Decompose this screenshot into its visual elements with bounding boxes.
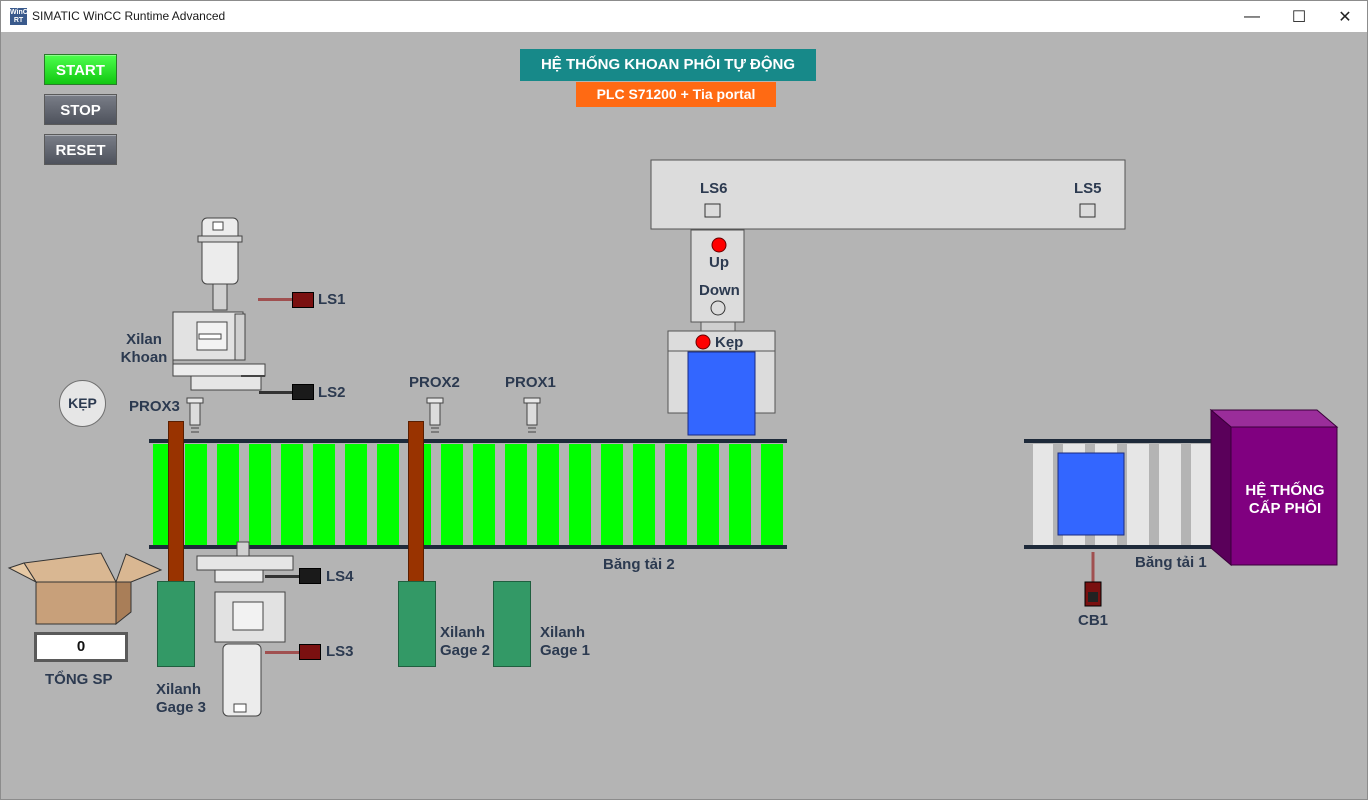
drill-label-line2: Khoan: [120, 349, 168, 366]
ls1-label: LS1: [318, 291, 346, 308]
conveyor-belt-2: [149, 439, 787, 549]
bottom-clamp-unit: [196, 541, 294, 717]
clamp-label: Kẹp: [715, 334, 744, 351]
ls3-label: LS3: [326, 643, 354, 660]
gage2-label-line1: Xilanh: [440, 624, 486, 641]
prox3-label: PROX3: [129, 398, 180, 415]
down-label: Down: [699, 282, 740, 299]
close-button[interactable]: ✕: [1322, 1, 1367, 32]
ls1-wire: [258, 298, 292, 301]
maximize-button[interactable]: ☐: [1276, 1, 1322, 32]
gage3-label: Xilanh Gage 3: [156, 681, 206, 717]
ls4-label: LS4: [326, 568, 354, 585]
clamp-indicator: [695, 334, 711, 350]
belt1-label: Băng tải 1: [1135, 554, 1207, 571]
ls1-switch-icon: [292, 292, 314, 308]
prox3-sensor: [186, 397, 204, 433]
gage3-label-line2: Gage 3: [156, 699, 207, 716]
gage2-label: Xilanh Gage 2: [440, 624, 490, 660]
drill-label-line1: Xilan: [126, 331, 162, 348]
ls6-indicator: [704, 203, 721, 218]
ls4-switch-icon: [299, 568, 321, 584]
drill-cylinder-label: Xilan Khoan: [115, 331, 173, 367]
gage1-label-line1: Xilanh: [540, 624, 586, 641]
app-window: WinCC RT SIMATIC WinCC Runtime Advanced …: [0, 0, 1368, 800]
gage2-cylinder[interactable]: [398, 581, 436, 667]
up-label: Up: [709, 254, 729, 271]
feeder-label: HỆ THỐNG CẤP PHÔI: [1237, 482, 1333, 518]
ls3-switch-icon: [299, 644, 321, 660]
ls2-switch-icon: [292, 384, 314, 400]
product-box: [7, 552, 163, 626]
ls6-label: LS6: [700, 180, 728, 197]
gage2-rod: [408, 421, 424, 583]
ls3-wire: [265, 651, 299, 654]
gage3-cylinder[interactable]: [157, 581, 195, 667]
prox2-label: PROX2: [409, 374, 460, 391]
wincc-app-icon: WinCC RT: [10, 8, 33, 25]
gage3-rod: [168, 421, 184, 583]
belt2-label: Băng tải 2: [603, 556, 675, 573]
feeder-label-line1: HỆ THỐNG: [1245, 482, 1325, 499]
ls5-indicator: [1079, 203, 1096, 218]
gage1-cylinder[interactable]: [493, 581, 531, 667]
down-indicator: [710, 300, 726, 316]
up-indicator: [711, 237, 727, 253]
feeder-label-line2: CẤP PHÔI: [1248, 500, 1322, 517]
conveyor-belt-1: [1024, 439, 1233, 549]
ls4-wire: [265, 575, 299, 578]
gage2-label-line2: Gage 2: [440, 642, 491, 659]
cb1-sensor: [1084, 552, 1102, 607]
ls2-wire: [259, 391, 292, 394]
drill-unit: [172, 217, 266, 391]
product-counter-label: TỔNG SP: [45, 671, 113, 688]
product-counter: 0: [34, 632, 128, 662]
gage1-label: Xilanh Gage 1: [540, 624, 590, 660]
workpiece-gantry: [687, 351, 756, 436]
prox1-label: PROX1: [505, 374, 556, 391]
minimize-button[interactable]: —: [1229, 1, 1275, 32]
ls2-label: LS2: [318, 384, 346, 401]
gage1-label-line2: Gage 1: [540, 642, 591, 659]
window-title: SIMATIC WinCC Runtime Advanced: [32, 9, 226, 23]
ls5-label: LS5: [1074, 180, 1102, 197]
workpiece-belt-1: [1057, 452, 1125, 536]
cb1-label: CB1: [1078, 612, 1109, 629]
gage3-label-line1: Xilanh: [156, 681, 202, 698]
prox2-sensor: [426, 397, 444, 433]
title-bar: WinCC RT SIMATIC WinCC Runtime Advanced …: [1, 1, 1367, 32]
hmi-canvas: START STOP RESET HỆ THỐNG KHOAN PHÔI TỰ …: [1, 32, 1367, 799]
clamp-toggle-button[interactable]: KẸP: [59, 380, 106, 427]
prox1-sensor: [523, 397, 541, 433]
